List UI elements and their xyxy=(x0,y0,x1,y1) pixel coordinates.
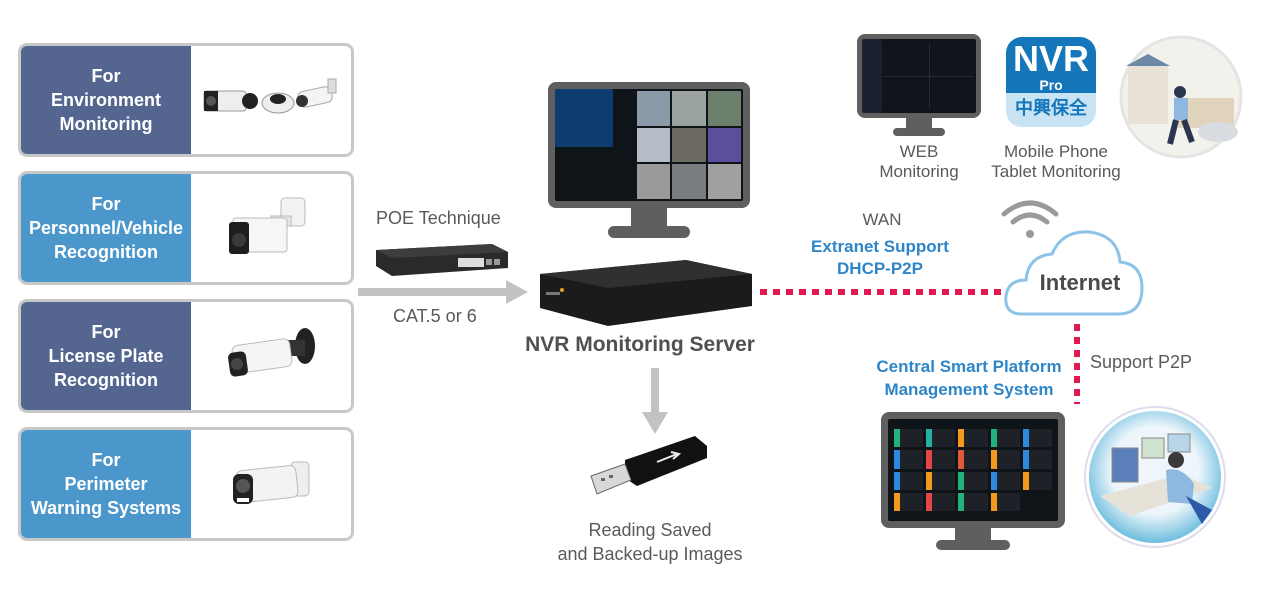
panel-label-line: Environment xyxy=(50,90,161,110)
panel-personnel-vehicle-recognition: For Personnel/Vehicle Recognition xyxy=(18,171,354,285)
nvr-device-icon xyxy=(540,260,752,326)
panel-label-line: Perimeter xyxy=(64,474,148,494)
central-platform-screen xyxy=(888,419,1058,521)
wan-description-line: Extranet Support xyxy=(811,237,949,256)
panel-label-line: For xyxy=(91,194,121,214)
poe-technique-label: POE Technique xyxy=(376,208,501,228)
camera-image-set xyxy=(191,46,351,154)
usb-drive-icon xyxy=(590,436,707,495)
nvr-server-label: NVR Monitoring Server xyxy=(525,333,755,356)
control-room-operator-illustration xyxy=(1084,406,1226,548)
internet-label: Internet xyxy=(1039,270,1121,295)
bullet-camera-light-icon xyxy=(233,461,310,504)
panel-label-line: Recognition xyxy=(54,242,158,262)
camera-image xyxy=(191,430,351,538)
web-caption-line: Monitoring xyxy=(879,162,959,181)
panel-environment-monitoring: For Environment Monitoring xyxy=(18,43,354,157)
wan-description: Extranet Support DHCP-P2P xyxy=(790,236,970,280)
central-platform-monitor xyxy=(881,412,1065,528)
usb-caption-line: and Backed-up Images xyxy=(557,544,743,564)
panel-label-line: Warning Systems xyxy=(30,498,182,518)
web-monitoring-caption: WEB Monitoring xyxy=(855,142,983,182)
panel-label: For Environment Monitoring xyxy=(21,46,191,154)
camera-set-icon xyxy=(203,78,337,114)
panel-label: For Perimeter Warning Systems xyxy=(21,430,191,538)
panel-label: For Personnel/Vehicle Recognition xyxy=(21,174,191,282)
nvr-pro-app-icon[interactable]: NVR Pro 中興保全 xyxy=(1006,37,1096,127)
arrow-right-icon xyxy=(358,280,528,304)
panel-license-plate-recognition: For License Plate Recognition xyxy=(18,299,354,413)
wan-description-line: DHCP-P2P xyxy=(837,259,923,278)
nvr-monitor-screen xyxy=(555,89,743,201)
mobile-caption-line: Mobile Phone xyxy=(1004,142,1108,161)
panel-label-line: For xyxy=(91,450,121,470)
internet-cloud xyxy=(1001,200,1144,316)
panel-label: For License Plate Recognition xyxy=(21,302,191,410)
wifi-icon xyxy=(1001,200,1059,238)
app-icon-brand: 中興保全 xyxy=(1015,98,1087,118)
usb-caption-line: Reading Saved xyxy=(588,520,712,540)
panel-label-line: Monitoring xyxy=(59,114,153,134)
central-platform-line: Management System xyxy=(884,380,1054,399)
app-tile-grid xyxy=(894,429,1052,511)
panel-label-line: For xyxy=(91,322,121,342)
security-guard-illustration xyxy=(1119,35,1243,159)
panel-perimeter-warning-systems: For Perimeter Warning Systems xyxy=(18,427,354,541)
poe-switch-icon xyxy=(376,244,508,276)
nvr-monitor xyxy=(548,82,750,208)
web-monitor-screen xyxy=(862,39,976,113)
panel-label-line: Recognition xyxy=(54,370,158,390)
arrow-down-icon xyxy=(642,368,668,434)
panel-label-line: Personnel/Vehicle xyxy=(28,218,184,238)
mobile-caption-line: Tablet Monitoring xyxy=(991,162,1121,181)
camera-feed-grid xyxy=(637,91,741,199)
bullet-camera-bracket-icon xyxy=(228,328,315,377)
panel-label-line: License Plate xyxy=(48,346,164,366)
bullet-camera-icon xyxy=(229,197,306,254)
web-caption-line: WEB xyxy=(899,142,939,161)
camera-image xyxy=(191,302,351,410)
camera-image xyxy=(191,174,351,282)
wan-label: WAN xyxy=(862,210,902,229)
central-platform-line: Central Smart Platform xyxy=(876,357,1062,376)
cable-type-label: CAT.5 or 6 xyxy=(393,306,477,326)
usb-caption: Reading Saved and Backed-up Images xyxy=(530,518,770,566)
app-icon-subtitle: Pro xyxy=(1039,77,1063,93)
wan-dotted-link xyxy=(760,289,1006,295)
mobile-monitoring-caption: Mobile Phone Tablet Monitoring xyxy=(978,142,1134,182)
support-p2p-label: Support P2P xyxy=(1090,352,1193,372)
app-icon-title: NVR xyxy=(1012,38,1089,79)
central-platform-label: Central Smart Platform Management System xyxy=(862,355,1076,401)
panel-label-line: For xyxy=(91,66,121,86)
web-monitor xyxy=(857,34,981,118)
